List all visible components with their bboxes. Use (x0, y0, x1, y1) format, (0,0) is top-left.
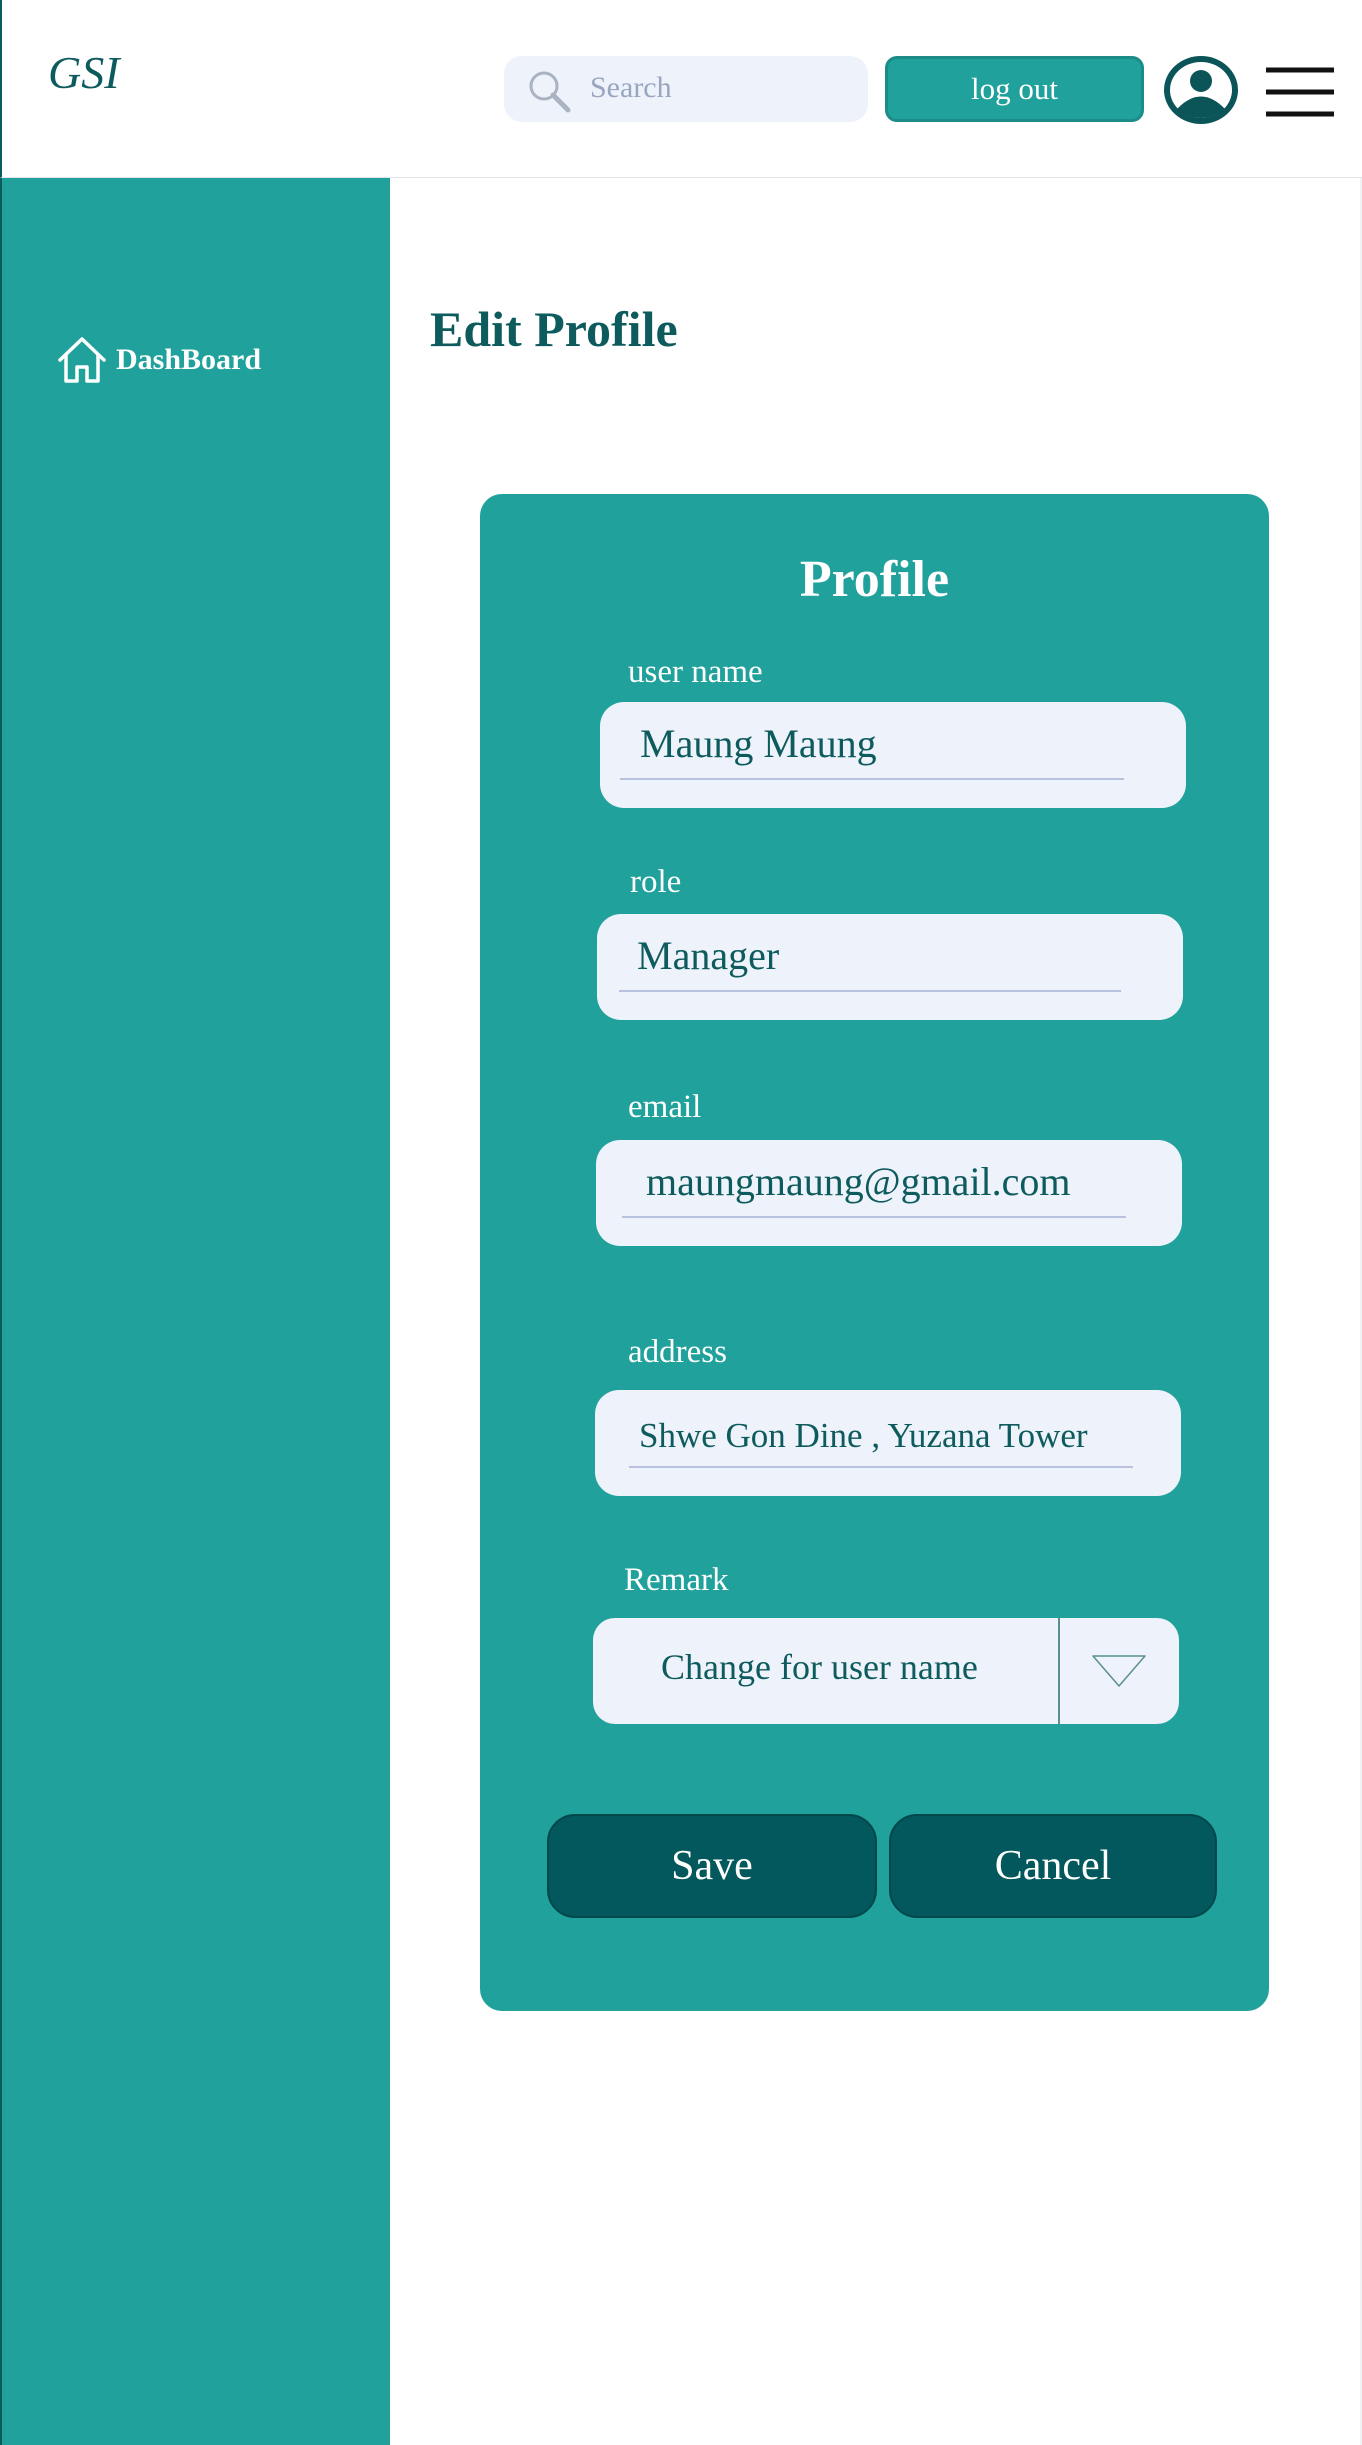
field-underline (629, 1466, 1133, 1468)
cancel-button[interactable]: Cancel (889, 1814, 1217, 1918)
profile-card: Profile user name Maung Maung role Manag… (480, 494, 1269, 2011)
user-avatar-icon[interactable] (1162, 54, 1240, 126)
address-field[interactable]: Shwe Gon Dine , Yuzana Tower (595, 1390, 1181, 1496)
role-field[interactable]: Manager (597, 914, 1183, 1020)
search-bar[interactable]: Search (504, 56, 868, 122)
sidebar-item-dashboard[interactable]: DashBoard (56, 334, 261, 386)
sidebar: DashBoard (0, 178, 390, 2445)
remark-label: Remark (624, 1562, 729, 1598)
menu-icon[interactable] (1264, 64, 1336, 120)
logout-button[interactable]: log out (885, 56, 1144, 122)
email-field[interactable]: maungmaung@gmail.com (596, 1140, 1182, 1246)
dropdown-triangle-icon[interactable] (1083, 1644, 1155, 1696)
home-icon (58, 337, 106, 383)
user-name-label: user name (628, 654, 763, 690)
search-input[interactable]: Search (590, 71, 672, 105)
role-label: role (630, 864, 682, 900)
field-underline (619, 990, 1121, 992)
app-logo[interactable]: GSI (48, 46, 120, 99)
page-title: Edit Profile (430, 301, 678, 357)
sidebar-item-label: DashBoard (116, 343, 262, 376)
address-value: Shwe Gon Dine , Yuzana Tower (639, 1416, 1088, 1455)
role-value: Manager (637, 933, 780, 978)
email-value: maungmaung@gmail.com (646, 1159, 1071, 1204)
user-name-value: Maung Maung (640, 721, 877, 766)
field-underline (620, 778, 1124, 780)
card-title: Profile (799, 551, 950, 608)
top-header: GSI Search log out (0, 0, 1362, 178)
field-underline (622, 1216, 1126, 1218)
select-divider (1058, 1618, 1060, 1724)
address-label: address (628, 1334, 727, 1370)
email-label: email (628, 1089, 702, 1125)
save-button[interactable]: Save (547, 1814, 877, 1918)
search-icon (529, 71, 571, 113)
user-name-field[interactable]: Maung Maung (600, 702, 1186, 808)
remark-select[interactable]: Change for user name (593, 1618, 1179, 1724)
remark-selected-value: Change for user name (661, 1647, 978, 1687)
